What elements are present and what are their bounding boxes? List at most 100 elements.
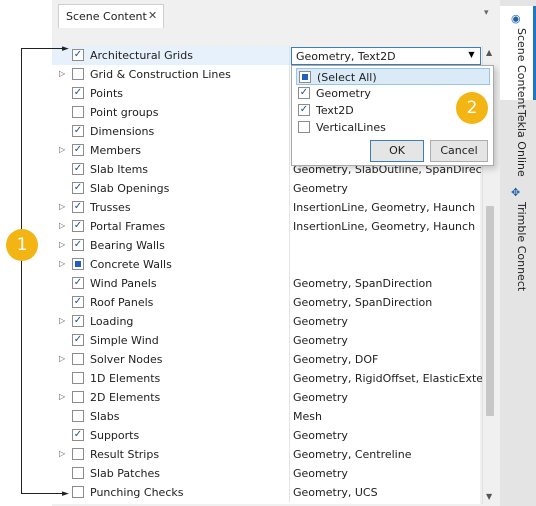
row-checkbox[interactable]: ✓	[72, 87, 84, 99]
option-checkbox[interactable]	[298, 121, 310, 133]
option-label: VerticalLines	[316, 121, 386, 134]
row-value[interactable]: Geometry, SpanDirection	[293, 277, 483, 290]
row-value[interactable]: Geometry	[293, 334, 483, 347]
table-row[interactable]: ▷ Result Strips Geometry, Centreline	[52, 445, 480, 464]
row-value[interactable]: Geometry, UCS	[293, 486, 483, 499]
row-value[interactable]: InsertionLine, Geometry, Haunch	[293, 201, 483, 214]
table-row[interactable]: Slab Patches Geometry	[52, 464, 480, 483]
row-value[interactable]: Mesh	[293, 410, 483, 423]
option-checkbox[interactable]: ✓	[298, 104, 310, 116]
table-row[interactable]: Slabs Mesh	[52, 407, 480, 426]
row-checkbox[interactable]: ✓	[72, 125, 84, 137]
callout-badge-2: 2	[456, 92, 488, 124]
row-name: Bearing Walls	[90, 239, 165, 252]
row-checkbox[interactable]: ✓	[72, 49, 84, 61]
dropdown-option[interactable]: VerticalLines	[296, 119, 490, 136]
scroll-up-icon[interactable]: ▲	[486, 48, 492, 57]
row-name: Slab Patches	[90, 467, 160, 480]
tab-scene-content[interactable]: Scene Content ✕	[58, 4, 164, 28]
option-checkbox[interactable]	[299, 71, 311, 83]
row-checkbox[interactable]	[72, 391, 84, 403]
side-tab-scene-content[interactable]: ◉ Scene Content	[500, 6, 536, 109]
row-checkbox[interactable]	[72, 68, 84, 80]
row-checkbox[interactable]: ✓	[72, 334, 84, 346]
ok-button[interactable]: OK	[370, 140, 424, 162]
row-checkbox[interactable]: ✓	[72, 239, 84, 251]
row-checkbox[interactable]	[72, 467, 84, 479]
close-icon[interactable]: ✕	[148, 9, 157, 22]
column-divider	[289, 179, 290, 198]
option-label: Text2D	[316, 104, 354, 117]
scroll-thumb[interactable]	[486, 206, 494, 416]
row-name: Point groups	[90, 106, 159, 119]
table-row[interactable]: 1D Elements Geometry, RigidOffset, Elasti…	[52, 369, 483, 388]
row-checkbox[interactable]	[72, 410, 84, 422]
row-value[interactable]: Geometry	[293, 429, 483, 442]
column-divider	[289, 46, 290, 65]
row-value[interactable]: Geometry	[293, 182, 483, 195]
row-checkbox[interactable]	[72, 258, 84, 270]
row-value[interactable]: Geometry, DOF	[293, 353, 483, 366]
row-value[interactable]: Geometry, RigidOffset, ElasticExte…	[293, 372, 483, 385]
row-checkbox[interactable]: ✓	[72, 220, 84, 232]
row-checkbox[interactable]	[72, 372, 84, 384]
row-name: Loading	[90, 315, 134, 328]
row-checkbox[interactable]	[72, 106, 84, 118]
side-tab-trimble-connect[interactable]: ✥ Trimble Connect	[500, 182, 536, 291]
row-checkbox[interactable]	[72, 486, 84, 498]
row-name: Points	[90, 87, 124, 100]
row-value[interactable]: Geometry, SpanDirection	[293, 296, 483, 309]
column-divider	[289, 236, 290, 255]
table-row[interactable]: ▷ 2D Elements Geometry	[52, 388, 480, 407]
column-divider	[289, 141, 290, 160]
callout-bracket	[21, 48, 67, 494]
column-divider	[289, 122, 290, 141]
table-row[interactable]: ✓ Supports Geometry	[52, 426, 480, 445]
row-checkbox[interactable]	[72, 448, 84, 460]
table-row[interactable]: ▷ Solver Nodes Geometry, DOF	[52, 350, 480, 369]
display-options-combo[interactable]: Geometry, Text2D ▼	[291, 47, 481, 65]
table-row[interactable]: ▷ ✓ Portal Frames InsertionLine, Geometry, …	[52, 217, 480, 236]
option-checkbox[interactable]: ✓	[298, 87, 310, 99]
side-tab-tekla-online[interactable]: Tekla Online	[500, 104, 536, 178]
table-row[interactable]: ✓ Slab Openings Geometry	[52, 179, 480, 198]
chevron-down-icon[interactable]: ▾	[484, 8, 489, 18]
table-row[interactable]: ✓ Roof Panels Geometry, SpanDirection	[52, 293, 480, 312]
row-value[interactable]: Geometry, Centreline	[293, 448, 483, 461]
row-value[interactable]: Geometry	[293, 315, 483, 328]
tab-label: Scene Content	[66, 10, 147, 23]
table-row[interactable]: ▷ ✓ Trusses InsertionLine, Geometry, Haunch	[52, 198, 480, 217]
column-divider	[289, 312, 290, 331]
row-checkbox[interactable]: ✓	[72, 182, 84, 194]
row-value[interactable]: Geometry	[293, 391, 483, 404]
side-tab-label: Trimble Connect	[515, 202, 528, 292]
dropdown-option[interactable]: (Select All)	[296, 68, 490, 85]
table-row[interactable]: ▷ Concrete Walls	[52, 255, 480, 274]
chevron-down-icon[interactable]: ▼	[465, 50, 478, 62]
scroll-down-icon[interactable]: ▼	[486, 492, 492, 501]
row-name: Portal Frames	[90, 220, 166, 233]
column-divider	[289, 388, 290, 407]
row-checkbox[interactable]: ✓	[72, 201, 84, 213]
column-divider	[289, 293, 290, 312]
row-checkbox[interactable]: ✓	[72, 277, 84, 289]
combo-value: Geometry, Text2D	[296, 50, 396, 63]
table-row[interactable]: ✓ Wind Panels Geometry, SpanDirection	[52, 274, 480, 293]
row-checkbox[interactable]: ✓	[72, 315, 84, 327]
column-divider	[289, 65, 290, 84]
row-checkbox[interactable]: ✓	[72, 296, 84, 308]
row-name: Result Strips	[90, 448, 160, 461]
row-checkbox[interactable]: ✓	[72, 144, 84, 156]
table-row[interactable]: ✓ Simple Wind Geometry	[52, 331, 480, 350]
table-row[interactable]: Punching Checks Geometry, UCS	[52, 483, 480, 502]
cancel-button[interactable]: Cancel	[430, 140, 488, 162]
row-checkbox[interactable]	[72, 353, 84, 365]
row-value[interactable]: InsertionLine, Geometry, Haunch	[293, 220, 483, 233]
row-checkbox[interactable]: ✓	[72, 163, 84, 175]
row-checkbox[interactable]: ✓	[72, 429, 84, 441]
table-row[interactable]: ▷ ✓ Loading Geometry	[52, 312, 480, 331]
row-value[interactable]: Geometry	[293, 467, 483, 480]
table-row[interactable]: ▷ ✓ Bearing Walls	[52, 236, 480, 255]
option-label: (Select All)	[317, 71, 377, 84]
arrow-right-icon: ►	[62, 489, 69, 499]
